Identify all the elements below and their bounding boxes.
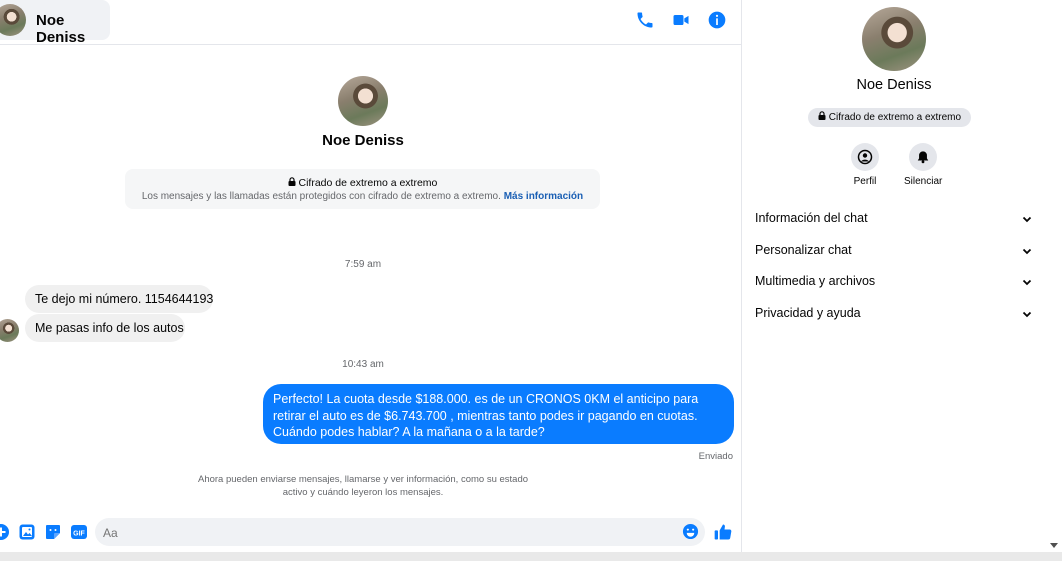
scroll-down-arrow-icon[interactable] (1050, 543, 1058, 548)
composer: GIF (0, 516, 741, 548)
encryption-badge[interactable]: Cifrado de extremo a extremo (808, 108, 972, 127)
emoji-icon[interactable] (682, 523, 699, 540)
contact-header-button[interactable]: Noe Deniss (0, 0, 110, 46)
chevron-down-icon (1021, 245, 1033, 257)
section-media-files[interactable]: Multimedia y archivos (755, 274, 1033, 294)
bell-icon (909, 143, 937, 171)
details-contact-name: Noe Deniss (856, 77, 932, 93)
intro-contact-name: Noe Deniss (322, 132, 404, 149)
profile-label: Perfil (853, 176, 877, 187)
chevron-down-icon (1021, 276, 1033, 288)
plus-icon[interactable] (0, 523, 10, 541)
image-icon[interactable] (18, 523, 36, 541)
sticker-icon[interactable] (44, 523, 62, 541)
section-customize-chat[interactable]: Personalizar chat (755, 243, 1033, 263)
encryption-title: Cifrado de extremo a extremo (125, 177, 600, 189)
thumbs-up-icon[interactable] (713, 522, 733, 542)
message-outgoing[interactable]: Perfecto! La cuota desde $188.000. es de… (263, 384, 734, 444)
encryption-notice: Cifrado de extremo a extremo Los mensaje… (125, 169, 600, 209)
gif-icon[interactable]: GIF (70, 523, 88, 541)
info-icon[interactable] (707, 10, 727, 30)
details-avatar[interactable] (862, 7, 926, 71)
encryption-text: Los mensajes y las llamadas están proteg… (141, 191, 501, 202)
section-privacy-help[interactable]: Privacidad y ayuda (755, 306, 1033, 326)
chevron-down-icon (1021, 213, 1033, 225)
sender-avatar (0, 319, 19, 342)
message-status: Enviado (698, 451, 733, 462)
video-camera-icon[interactable] (671, 10, 691, 30)
profile-icon (851, 143, 879, 171)
mute-label: Silenciar (904, 176, 943, 187)
bottom-strip (0, 552, 1062, 561)
scrollbar[interactable] (1045, 0, 1062, 552)
chevron-down-icon (1021, 308, 1033, 320)
chat-pane: Noe Deniss Noe Deniss Cifrado de extremo… (0, 0, 741, 561)
intro-avatar[interactable] (338, 76, 388, 126)
message-incoming[interactable]: Te dejo mi número. 1154644193 (25, 285, 213, 313)
section-chat-info[interactable]: Información del chat (755, 211, 1033, 231)
timestamp: 7:59 am (344, 259, 382, 270)
lock-icon (818, 111, 829, 123)
permissions-notice: Ahora pueden enviarse mensajes, llamarse… (197, 474, 529, 498)
contact-name: Noe Deniss (36, 12, 86, 46)
phone-icon[interactable] (635, 10, 655, 30)
message-input[interactable] (95, 518, 665, 548)
mute-button[interactable]: Silenciar (904, 143, 942, 187)
profile-button[interactable]: Perfil (846, 143, 884, 187)
message-input-wrapper (95, 518, 705, 548)
lock-icon (288, 177, 299, 189)
avatar (0, 4, 26, 36)
svg-text:GIF: GIF (73, 531, 85, 538)
message-incoming[interactable]: Me pasas info de los autos (25, 314, 185, 342)
timestamp: 10:43 am (342, 359, 384, 370)
chat-header: Noe Deniss (0, 0, 741, 46)
more-info-link[interactable]: Más información (504, 191, 583, 202)
conversation-details-panel: Noe Deniss Cifrado de extremo a extremo … (741, 0, 1046, 552)
